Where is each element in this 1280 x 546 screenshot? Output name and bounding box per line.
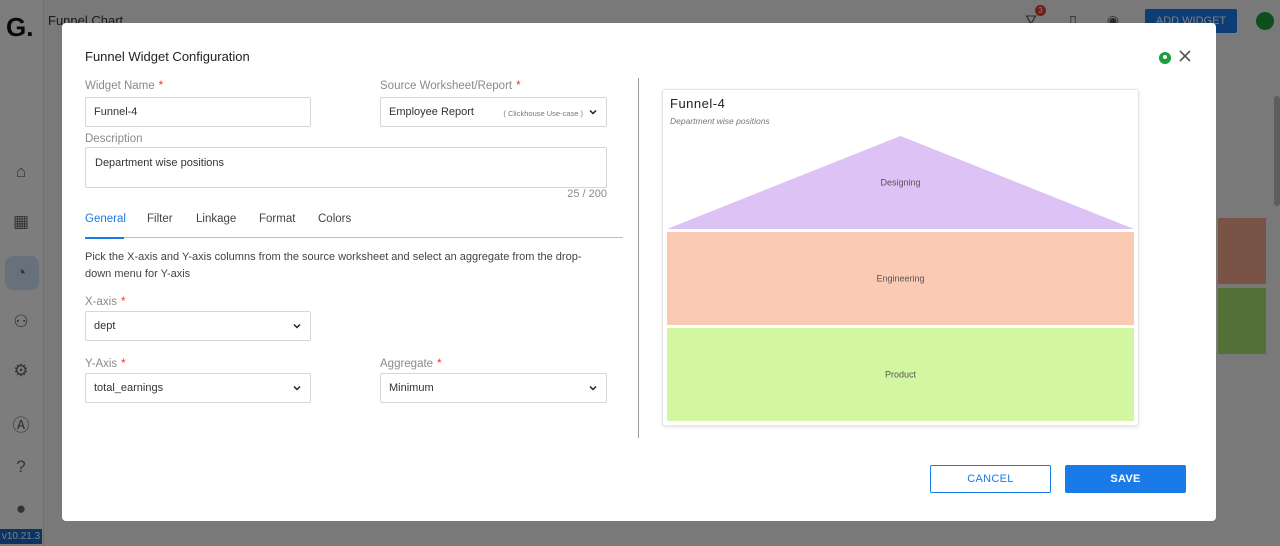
tab-colors[interactable]: Colors [318, 213, 351, 238]
config-tabs: General Filter Linkage Format Colors [85, 213, 623, 239]
required-mark: * [121, 358, 126, 370]
aggregate-value: Minimum [389, 382, 434, 394]
description-label: Description [85, 133, 143, 145]
chevron-down-icon [589, 385, 597, 391]
required-mark: * [120, 296, 126, 308]
chevron-down-icon [293, 323, 301, 329]
close-icon[interactable] [1177, 48, 1193, 64]
x-axis-select[interactable]: dept [85, 311, 311, 341]
y-axis-label-text: Y-Axis [85, 358, 118, 370]
aggregate-label-text: Aggregate [380, 358, 434, 370]
aggregate-select[interactable]: Minimum [380, 373, 607, 403]
x-axis-label: X-axis * [85, 296, 125, 308]
funnel-config-modal: Funnel Widget Configuration Widget Name *… [62, 23, 1216, 521]
preview-title: Funnel-4 [670, 96, 726, 111]
general-help-text: Pick the X-axis and Y-axis columns from … [85, 251, 582, 280]
widget-preview: Designing Engineering Product Funnel-4 Dep… [662, 89, 1139, 426]
source-label: Source Worksheet/Report * [380, 80, 521, 92]
y-axis-value: total_earnings [94, 382, 164, 394]
funnel-label-product: Product [885, 370, 917, 380]
y-axis-select[interactable]: total_earnings [85, 373, 311, 403]
description-textarea[interactable] [85, 147, 607, 188]
required-mark: * [437, 358, 442, 370]
tab-general[interactable]: General [85, 213, 126, 239]
tab-filter[interactable]: Filter [147, 213, 173, 238]
tab-format[interactable]: Format [259, 213, 295, 238]
funnel-chart: Designing Engineering Product [667, 136, 1134, 421]
help-icon[interactable] [1159, 52, 1171, 64]
x-axis-label-text: X-axis [85, 296, 117, 308]
funnel-label-designing: Designing [880, 178, 920, 188]
required-mark: * [516, 80, 521, 92]
panel-divider [638, 78, 639, 438]
source-label-text: Source Worksheet/Report [380, 80, 513, 92]
save-button[interactable]: SAVE [1065, 465, 1186, 493]
widget-name-label-text: Widget Name [85, 80, 155, 92]
source-select[interactable]: Employee Report ( Clickhouse Use-case ) [380, 97, 607, 127]
widget-name-input[interactable]: Funnel-4 [85, 97, 311, 127]
modal-title: Funnel Widget Configuration [85, 49, 250, 64]
chevron-down-icon [293, 385, 301, 391]
funnel-label-engineering: Engineering [876, 274, 924, 284]
source-note: ( Clickhouse Use-case ) [503, 109, 583, 118]
preview-subtitle: Department wise positions [670, 116, 770, 126]
required-mark: * [158, 80, 164, 92]
cancel-button[interactable]: CANCEL [930, 465, 1051, 493]
description-counter: 25 / 200 [567, 188, 607, 200]
widget-name-label: Widget Name * [85, 80, 163, 92]
y-axis-label: Y-Axis * [85, 358, 126, 370]
tab-linkage[interactable]: Linkage [196, 213, 236, 238]
x-axis-value: dept [94, 320, 116, 332]
source-value: Employee Report [389, 106, 474, 118]
aggregate-label: Aggregate * [380, 358, 442, 370]
chevron-down-icon [589, 109, 597, 115]
